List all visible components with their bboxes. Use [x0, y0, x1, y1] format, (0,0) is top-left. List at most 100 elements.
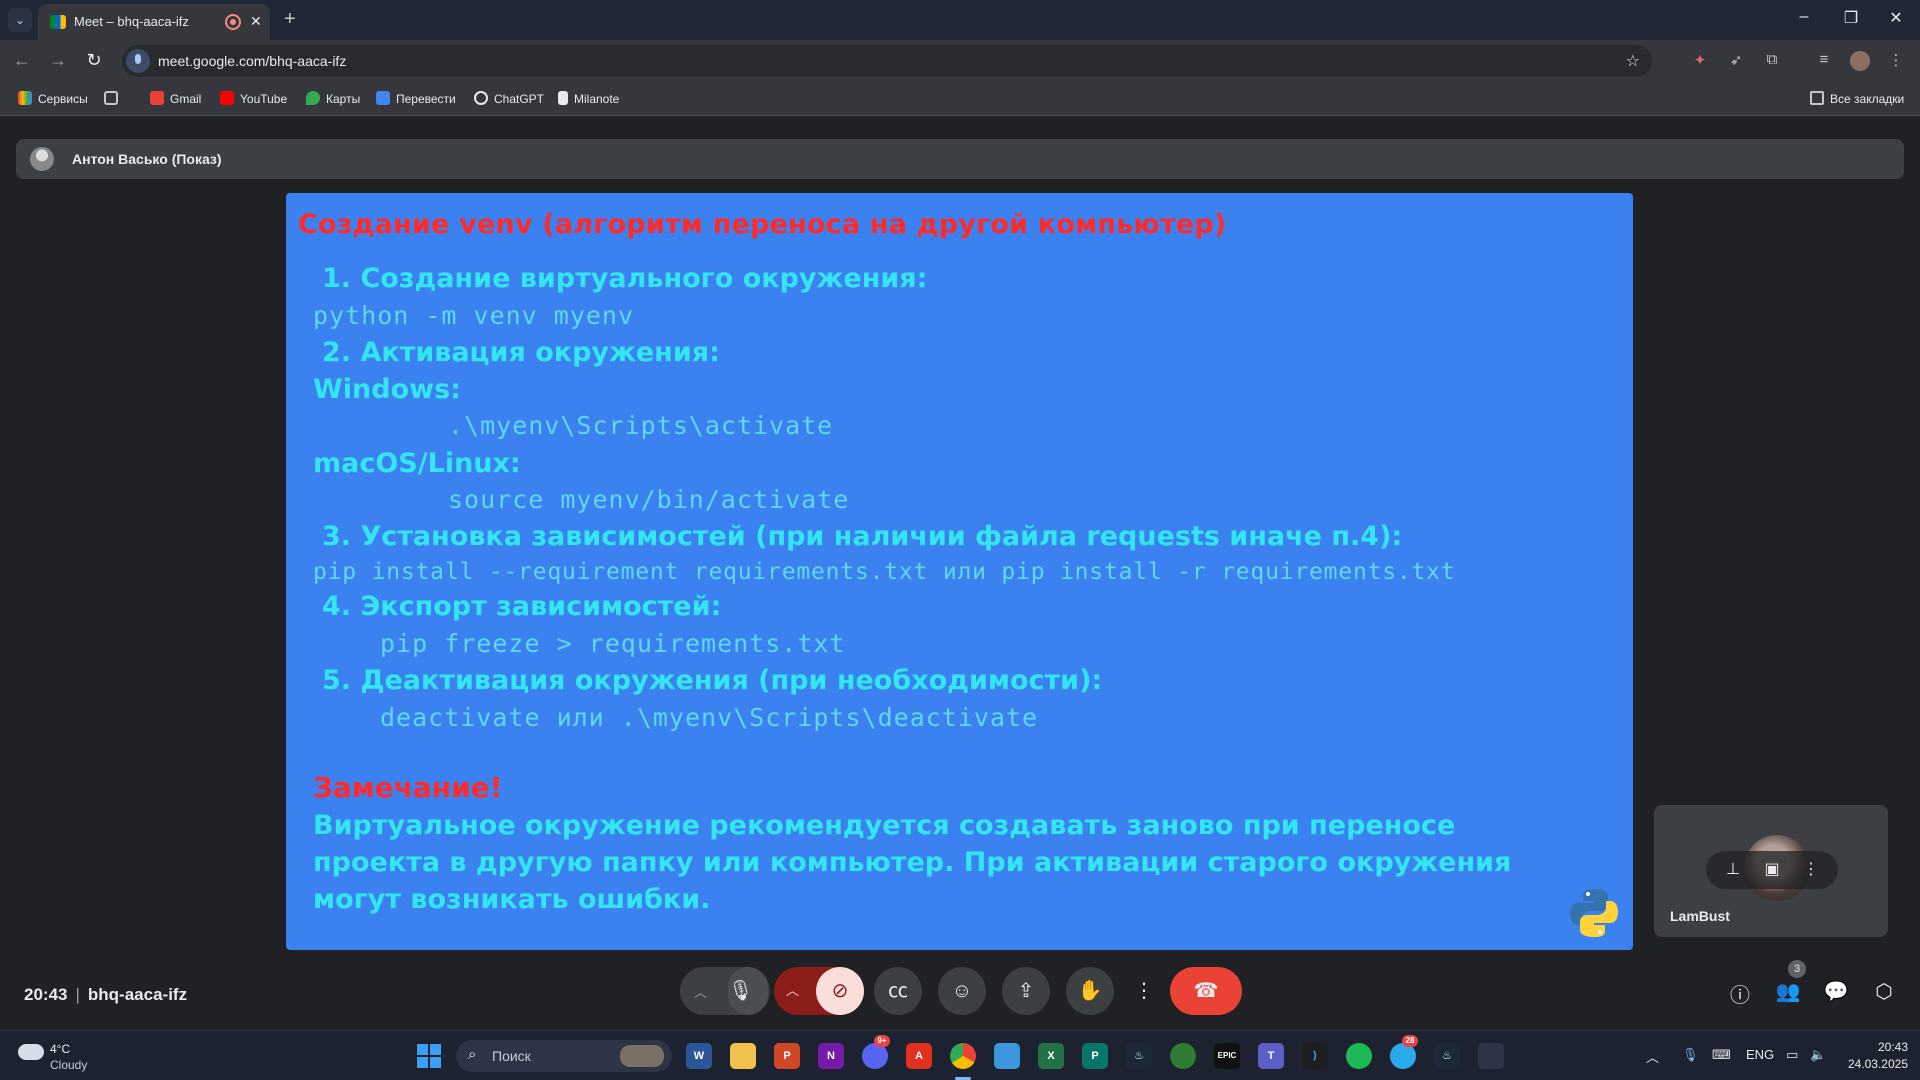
windows-label: Windows:: [313, 374, 461, 405]
bookmark-gmail[interactable]: Gmail: [150, 91, 201, 106]
system-clock[interactable]: 20:43 24.03.2025: [1848, 1039, 1908, 1073]
meeting-time: 20:43: [24, 985, 68, 1004]
leave-call-button[interactable]: ☎: [1170, 967, 1242, 1015]
hand-icon: ✋: [1077, 980, 1103, 1002]
network-icon[interactable]: ▭: [1786, 1047, 1798, 1063]
presenter-avatar: [30, 147, 54, 171]
weather-desc[interactable]: Cloudy: [50, 1058, 87, 1072]
profile-avatar-icon[interactable]: [1850, 51, 1870, 71]
store-icon[interactable]: [994, 1043, 1020, 1069]
bookmark-star-icon[interactable]: ☆: [1626, 51, 1640, 71]
taskbar-search[interactable]: ⌕ Поиск: [456, 1040, 672, 1072]
youtube-icon: [220, 91, 234, 105]
globe-app-icon[interactable]: [1170, 1043, 1196, 1069]
start-button[interactable]: [417, 1044, 441, 1068]
extension-color-icon[interactable]: ✦: [1690, 51, 1710, 71]
misc-app-icon[interactable]: [1478, 1043, 1504, 1069]
more-options-button[interactable]: ⋮: [1130, 967, 1158, 1015]
people-icon[interactable]: 👥: [1774, 979, 1802, 1004]
separator: |: [75, 985, 80, 1004]
step-3: 3. Установка зависимостей (при наличии ф…: [322, 521, 1403, 552]
all-bookmarks[interactable]: Все закладки: [1810, 91, 1904, 106]
vscode-icon[interactable]: ⟩: [1302, 1043, 1328, 1069]
steam-2-icon[interactable]: ♨: [1434, 1043, 1460, 1069]
reload-icon[interactable]: ↻: [82, 50, 106, 71]
cloud-icon[interactable]: [18, 1044, 44, 1060]
language-indicator[interactable]: ENG: [1746, 1047, 1774, 1062]
close-window-button[interactable]: ✕: [1876, 8, 1916, 28]
bookmark-grid[interactable]: [104, 91, 124, 106]
spotify-icon[interactable]: [1346, 1043, 1372, 1069]
file-explorer-icon[interactable]: [730, 1043, 756, 1069]
slide-heading: Создание venv (алгоритм переноса на друг…: [298, 209, 1227, 240]
powerpoint-icon[interactable]: P: [774, 1043, 800, 1069]
mac-label: macOS/Linux:: [313, 448, 521, 479]
new-tab-button[interactable]: +: [284, 8, 296, 30]
bookmark-services[interactable]: Сервисы: [18, 91, 88, 106]
bookmark-chatgpt[interactable]: ChatGPT: [474, 91, 544, 106]
raise-hand-button[interactable]: ✋: [1066, 967, 1114, 1015]
steam-icon[interactable]: ♨: [1126, 1043, 1152, 1069]
chrome-icon[interactable]: [950, 1043, 976, 1069]
weather-temp[interactable]: 4°C: [50, 1042, 70, 1056]
chatgpt-icon: [474, 91, 488, 105]
bookmark-youtube[interactable]: YouTube: [220, 91, 287, 106]
volume-icon[interactable]: 🔈: [1810, 1047, 1826, 1063]
epic-games-icon[interactable]: EPIC: [1214, 1043, 1240, 1069]
folder-icon: [1810, 91, 1824, 105]
teams-icon[interactable]: T: [1258, 1043, 1284, 1069]
note-body: Виртуальное окружение рекомендуется созд…: [313, 810, 1512, 915]
bookmarks-bar: Сервисы Gmail YouTube Карты Перевести Ch…: [0, 82, 1920, 116]
step-2: 2. Активация окружения:: [322, 337, 720, 368]
bookmark-translate[interactable]: Перевести: [376, 91, 456, 106]
bookmark-milanote[interactable]: Milanote: [558, 91, 619, 106]
bookmark-maps[interactable]: Карты: [306, 91, 360, 106]
keyboard-icon[interactable]: ⌨: [1712, 1047, 1731, 1063]
project-icon[interactable]: P: [1082, 1043, 1108, 1069]
chat-icon[interactable]: 💬: [1822, 979, 1850, 1004]
self-video-tile[interactable]: ⊥ ▣ ⋮ LamBust: [1654, 805, 1888, 937]
back-icon[interactable]: ←: [10, 50, 34, 71]
present-button[interactable]: ⇪: [1002, 967, 1050, 1015]
tab-meet[interactable]: Meet – bhq-aaca-ifz ✕: [38, 4, 270, 40]
tab-search-button[interactable]: ⌄: [8, 8, 32, 32]
code-5: deactivate или .\myenv\Scripts\deactivat…: [380, 703, 1039, 732]
activities-icon[interactable]: ⬡: [1870, 979, 1898, 1004]
mic-permission-icon[interactable]: [126, 49, 150, 73]
mic-options-chevron-icon[interactable]: ︿: [694, 985, 707, 1000]
minimize-button[interactable]: –: [1784, 8, 1824, 26]
gmail-icon: [150, 91, 164, 105]
code-4: pip freeze > requirements.txt: [380, 629, 846, 658]
tile-more-icon[interactable]: ⋮: [1800, 859, 1822, 879]
forward-icon[interactable]: →: [46, 50, 70, 71]
frame-icon[interactable]: ▣: [1761, 859, 1783, 879]
word-icon[interactable]: W: [686, 1043, 712, 1069]
participants-badge: 3: [1788, 960, 1806, 978]
address-bar[interactable]: meet.google.com/bhq-aaca-ifz ☆: [122, 45, 1652, 77]
meeting-details-icon[interactable]: ⓘ: [1726, 979, 1754, 1008]
extension-rocket-icon[interactable]: ➶: [1726, 51, 1746, 71]
reactions-button[interactable]: ☺: [938, 967, 986, 1015]
tray-expand-icon[interactable]: ︿: [1646, 1047, 1659, 1066]
pin-icon[interactable]: ⊥: [1722, 859, 1744, 879]
tab-strip: ⌄ Meet – bhq-aaca-ifz ✕ + – ❐ ✕: [0, 0, 1920, 40]
url-text[interactable]: meet.google.com/bhq-aaca-ifz: [158, 53, 346, 69]
camera-off-icon[interactable]: ⊘: [816, 967, 864, 1015]
captions-button[interactable]: ㏄: [874, 967, 922, 1015]
excel-icon[interactable]: X: [1038, 1043, 1064, 1069]
discord-badge: 9+: [874, 1035, 890, 1047]
emoji-icon: ☺: [951, 980, 973, 1002]
acrobat-icon[interactable]: A: [906, 1043, 932, 1069]
extensions-puzzle-icon[interactable]: ⧉: [1762, 51, 1782, 71]
media-controls-icon[interactable]: ≡: [1814, 51, 1834, 71]
captions-icon: ㏄: [888, 980, 908, 1002]
browser-menu-icon[interactable]: ⋮: [1886, 51, 1906, 71]
onenote-icon[interactable]: N: [818, 1043, 844, 1069]
mic-icon[interactable]: 🎙: [728, 967, 768, 1015]
camera-options-chevron-icon[interactable]: ︿: [786, 967, 799, 1015]
tab-close-icon[interactable]: ✕: [250, 13, 262, 30]
code-1: python -m venv myenv: [313, 301, 635, 330]
tab-title: Meet – bhq-aaca-ifz: [74, 14, 189, 29]
restore-button[interactable]: ❐: [1831, 8, 1871, 28]
tray-mic-icon[interactable]: 🎙: [1682, 1047, 1699, 1063]
